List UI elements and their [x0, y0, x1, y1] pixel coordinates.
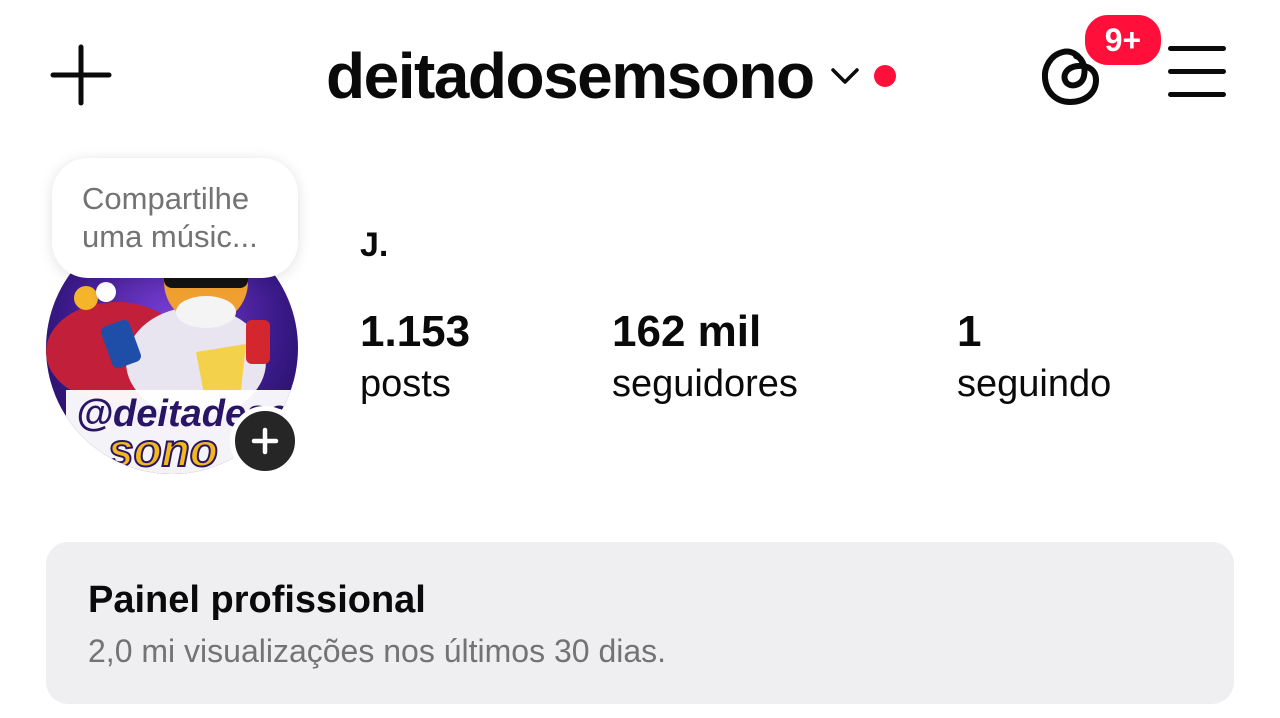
display-name: J. [360, 226, 389, 264]
svg-text:sono: sono [108, 424, 218, 474]
plus-icon [251, 427, 279, 455]
stat-followers[interactable]: 162 mil seguidores [612, 306, 798, 410]
threads-notification-badge: 9+ [1082, 12, 1164, 68]
note-bubble[interactable]: Compartilhe uma músic... [52, 158, 298, 278]
menu-hamburger-icon[interactable] [1168, 46, 1230, 100]
menu-line [1168, 92, 1226, 97]
note-bubble-tail [96, 282, 116, 302]
chevron-down-icon [830, 68, 859, 84]
stat-following-label: seguindo [957, 363, 1112, 405]
stat-followers-label: seguidores [612, 363, 798, 405]
add-story-button[interactable] [230, 406, 300, 476]
stat-following-value: 1 [957, 307, 982, 356]
dashboard-title: Painel profissional [88, 579, 426, 621]
stat-following[interactable]: 1 seguindo [957, 306, 1111, 410]
note-text-line2: uma músic... [82, 219, 258, 254]
notification-dot [873, 65, 896, 87]
create-plus-icon[interactable] [50, 44, 112, 106]
menu-line [1168, 69, 1226, 74]
stat-posts[interactable]: 1.153 posts [360, 306, 470, 410]
username-title: deitadosemsono [326, 40, 815, 112]
stat-posts-value: 1.153 [360, 307, 471, 356]
professional-dashboard-card[interactable]: Painel profissional 2,0 mi visualizações… [46, 542, 1234, 704]
note-text-line1: Compartilhe [82, 181, 250, 216]
menu-line [1168, 46, 1226, 51]
dashboard-subtitle: 2,0 mi visualizações nos últimos 30 dias… [88, 633, 667, 669]
stat-posts-label: posts [360, 363, 451, 405]
top-bar: deitadosemsono 9+ [0, 0, 1280, 150]
stat-followers-value: 162 mil [612, 307, 762, 356]
account-switcher[interactable]: deitadosemsono [326, 36, 896, 116]
